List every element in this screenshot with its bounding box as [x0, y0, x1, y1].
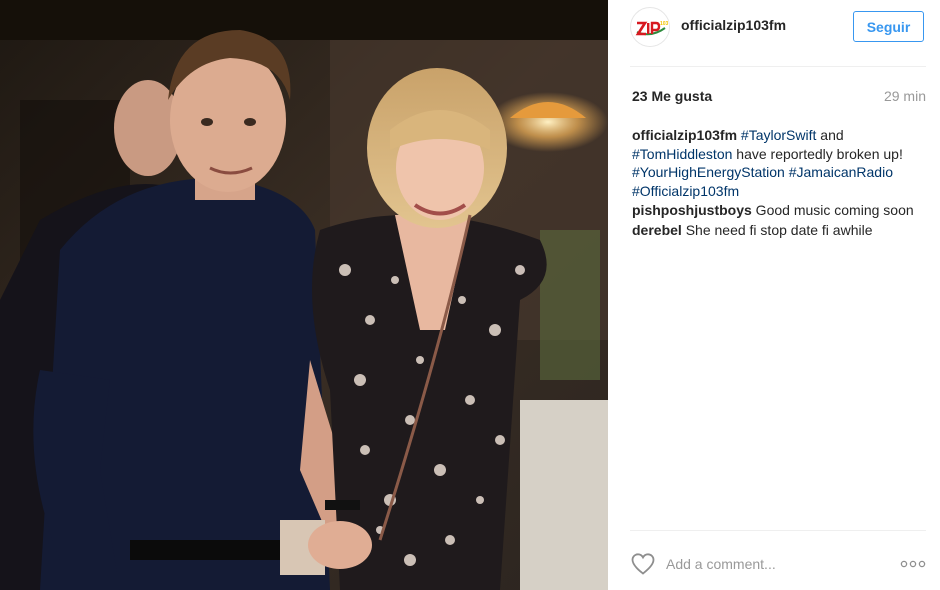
- follow-button[interactable]: Seguir: [853, 11, 924, 42]
- photo-illustration: [0, 0, 608, 590]
- list-item: pishposhjustboys Good music coming soon: [632, 201, 926, 220]
- more-options-icon[interactable]: [900, 559, 926, 569]
- comment-text: She need fi stop date fi awhile: [681, 221, 873, 238]
- caption: officialzip103fm #TaylorSwift and #TomHi…: [632, 126, 926, 200]
- post-details-panel: 103 officialzip103fm Seguir 23 Me gusta …: [608, 0, 940, 590]
- hashtag-link[interactable]: #JamaicanRadio: [789, 164, 893, 180]
- heart-icon[interactable]: [630, 552, 656, 576]
- header-divider: [630, 66, 926, 67]
- list-item: derebel She need fi stop date fi awhile: [632, 221, 926, 240]
- hashtag-link[interactable]: #TomHiddleston: [632, 146, 732, 162]
- svg-text:103: 103: [660, 21, 669, 27]
- hashtag-link[interactable]: #YourHighEnergyStation: [632, 164, 785, 180]
- hashtag-link[interactable]: #Officialzip103fm: [632, 183, 739, 199]
- footer-divider: [630, 530, 926, 531]
- caption-username[interactable]: officialzip103fm: [632, 127, 737, 143]
- hashtag-link[interactable]: #TaylorSwift: [741, 127, 816, 143]
- post-timestamp[interactable]: 29 min: [884, 88, 926, 104]
- comments-list: officialzip103fm #TaylorSwift and #TomHi…: [632, 126, 926, 240]
- add-comment-bar: [630, 548, 930, 580]
- comment-text: Good music coming soon: [751, 202, 914, 218]
- comment-username[interactable]: pishposhjustboys: [632, 202, 752, 218]
- comment-username[interactable]: derebel: [632, 222, 682, 238]
- post-photo[interactable]: [0, 0, 608, 590]
- comment-input[interactable]: [666, 552, 886, 576]
- post-header: 103 officialzip103fm Seguir: [630, 5, 926, 49]
- likes-row: 23 Me gusta 29 min: [632, 88, 926, 106]
- avatar[interactable]: 103: [630, 7, 670, 47]
- likes-count[interactable]: 23 Me gusta: [632, 88, 712, 104]
- caption-text: and: [816, 127, 844, 143]
- zip103-logo: 103: [632, 9, 669, 46]
- username[interactable]: officialzip103fm: [681, 17, 786, 33]
- caption-text: have reportedly broken up!: [732, 145, 903, 162]
